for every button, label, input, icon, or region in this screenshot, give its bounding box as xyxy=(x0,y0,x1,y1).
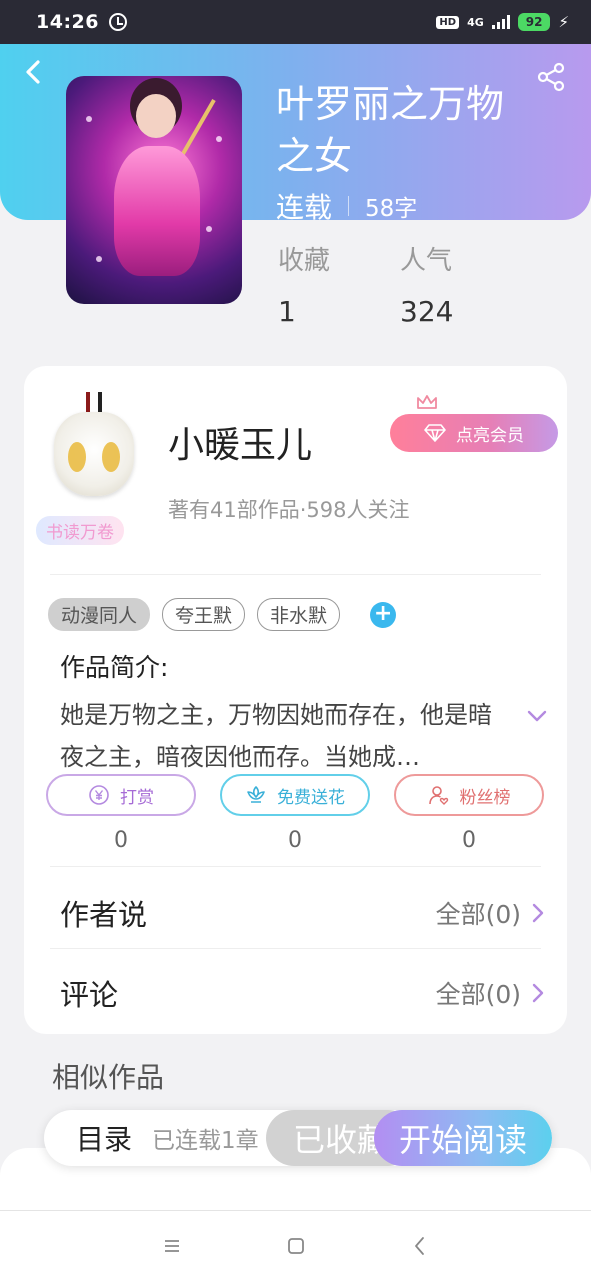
book-cover[interactable] xyxy=(66,76,242,304)
author-says-label: 作者说 xyxy=(60,898,148,932)
cover-figure-head xyxy=(136,94,176,138)
author-says-row[interactable]: 作者说 全部(0) xyxy=(60,892,545,934)
chevron-right-icon xyxy=(532,983,544,1003)
reward-button[interactable]: 打赏 xyxy=(46,774,196,816)
stat-favorites: 收藏 1 xyxy=(278,240,330,328)
crown-icon xyxy=(417,395,437,409)
cover-sparkle xyxy=(206,226,212,232)
tag-list: 动漫同人 夸王默 非水默 + xyxy=(48,598,397,631)
vip-button[interactable]: 点亮会员 xyxy=(390,395,558,452)
signal-icon xyxy=(491,15,510,29)
author-says-link[interactable]: 全部(0) xyxy=(436,895,545,931)
user-heart-icon xyxy=(428,786,448,805)
send-flower-button[interactable]: 免费送花 xyxy=(220,774,370,816)
book-title: 叶罗丽之万物之女 xyxy=(276,82,505,178)
comments-link[interactable]: 全部(0) xyxy=(436,975,545,1011)
vip-button-label: 点亮会员 xyxy=(456,425,524,445)
stat-label: 收藏 xyxy=(278,246,331,276)
system-nav-bar xyxy=(0,1210,591,1280)
similar-works-heading: 相似作品 xyxy=(52,1061,165,1094)
hd-icon: HD xyxy=(436,15,460,29)
back-button[interactable] xyxy=(22,60,46,84)
book-stats: 收藏 1 人气 324 xyxy=(278,240,453,328)
flower-icon xyxy=(247,786,265,803)
menu-nav-button[interactable] xyxy=(160,1234,184,1258)
share-icon xyxy=(537,62,565,92)
fan-ranking-label: 粉丝榜 xyxy=(459,787,511,808)
author-says-count: 全部(0) xyxy=(435,900,521,929)
stat-value: 1 xyxy=(278,295,296,328)
chevron-right-icon xyxy=(532,903,544,923)
cover-figure-body xyxy=(114,146,200,276)
chevron-down-icon[interactable] xyxy=(526,708,548,724)
comments-label: 评论 xyxy=(60,978,119,1012)
tag-item[interactable]: 非水默 xyxy=(257,598,341,631)
divider xyxy=(50,574,541,575)
stat-label: 人气 xyxy=(400,246,453,276)
status-bar: 14:26 HD 4G 92 ⚡ xyxy=(0,0,591,44)
book-info-card: 书读万卷 小暖玉儿 著有41部作品·598人关注 点亮会员 动漫同人 夸王默 非… xyxy=(24,366,567,1034)
chevron-left-icon xyxy=(26,60,40,84)
chevron-left-icon xyxy=(414,1236,424,1255)
book-status: 连载 xyxy=(276,191,333,224)
avatar-jade xyxy=(54,412,134,496)
author-avatar[interactable] xyxy=(50,392,138,498)
stat-value: 324 xyxy=(400,295,454,328)
author-level-badge: 书读万卷 xyxy=(36,516,124,545)
send-flower-label: 免费送花 xyxy=(277,787,345,808)
tag-item[interactable]: 夸王默 xyxy=(162,598,246,631)
cover-sparkle xyxy=(216,136,222,142)
reward-count: 0 xyxy=(114,828,128,853)
author-name[interactable]: 小暖玉儿 xyxy=(168,416,312,468)
cover-sparkle xyxy=(96,256,102,262)
flower-count: 0 xyxy=(288,828,302,853)
toc-status: 已连载1章 xyxy=(152,1128,259,1154)
fan-count: 0 xyxy=(462,828,476,853)
book-word-count: 58字 xyxy=(365,196,418,222)
home-nav-button[interactable] xyxy=(284,1234,308,1258)
network-type: 4G xyxy=(467,15,484,29)
tag-category[interactable]: 动漫同人 xyxy=(48,598,151,631)
intro-text[interactable]: 她是万物之主，万物因她而存在，他是暗夜之主，暗夜因他而存。当她成… xyxy=(60,694,510,778)
cover-sparkle xyxy=(86,116,92,122)
reading-bar: 目录 已连载1章 已收藏 开始阅读 xyxy=(44,1110,552,1166)
charging-icon: ⚡ xyxy=(558,13,569,31)
add-tag-button[interactable]: + xyxy=(370,601,397,628)
book-meta: 连载 58字 xyxy=(276,186,417,226)
reward-label: 打赏 xyxy=(120,787,154,808)
toc-button[interactable]: 目录 xyxy=(76,1118,132,1158)
status-time: 14:26 xyxy=(36,11,99,33)
start-reading-button[interactable]: 开始阅读 xyxy=(374,1110,552,1166)
menu-icon xyxy=(164,1239,179,1252)
comments-count: 全部(0) xyxy=(435,980,521,1009)
battery-icon: 92 xyxy=(517,13,551,31)
back-nav-button[interactable] xyxy=(408,1234,432,1258)
coin-icon xyxy=(89,785,109,805)
fan-ranking-button[interactable]: 粉丝榜 xyxy=(394,774,544,816)
status-icons: HD 4G 92 ⚡ xyxy=(436,13,569,31)
meta-separator xyxy=(348,196,350,216)
square-icon xyxy=(287,1237,304,1254)
author-info: 著有41部作品·598人关注 xyxy=(168,498,410,522)
divider xyxy=(50,866,541,867)
stat-popularity: 人气 324 xyxy=(400,240,453,328)
comments-row[interactable]: 评论 全部(0) xyxy=(60,972,545,1014)
divider xyxy=(50,948,541,949)
intro-title: 作品简介: xyxy=(60,653,169,682)
diamond-icon xyxy=(424,424,446,442)
alarm-icon xyxy=(108,13,127,31)
share-button[interactable] xyxy=(536,62,566,92)
